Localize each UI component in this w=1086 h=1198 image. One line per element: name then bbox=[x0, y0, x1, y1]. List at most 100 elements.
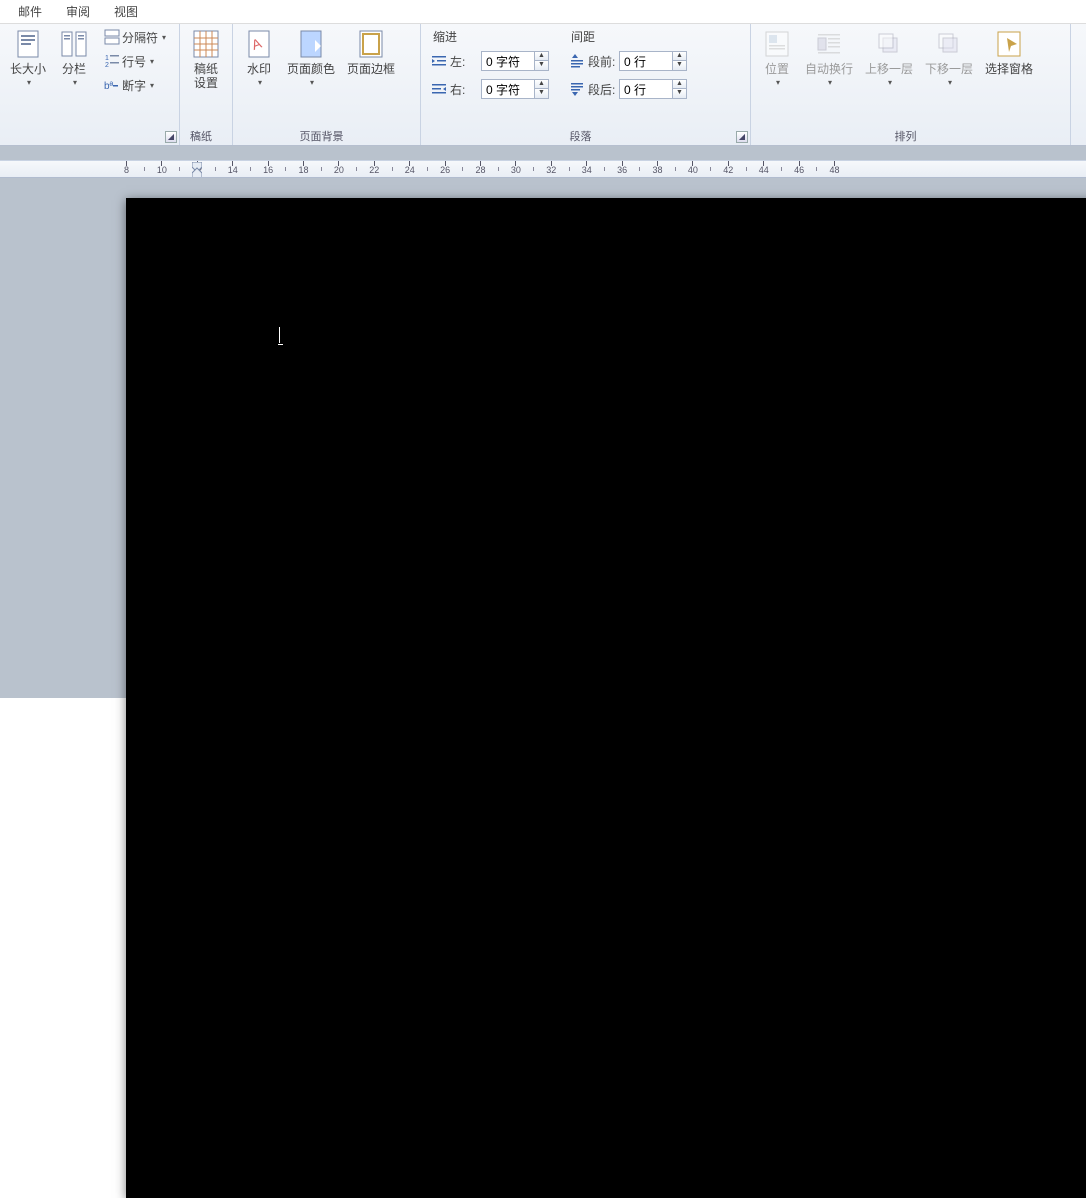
wrap-text-button[interactable]: 自动换行 ▾ bbox=[799, 26, 859, 131]
position-button[interactable]: 位置 ▾ bbox=[755, 26, 799, 131]
paragraph-launcher[interactable]: ◢ bbox=[736, 131, 748, 143]
ruler-tick: 38 bbox=[657, 161, 658, 177]
document-page[interactable] bbox=[126, 198, 1086, 1198]
spin-down[interactable]: ▼ bbox=[534, 89, 548, 98]
chevron-down-icon: ▾ bbox=[948, 76, 952, 90]
ruler-tick-minor bbox=[462, 167, 463, 171]
manuscript-paper-label2: 设置 bbox=[194, 76, 218, 90]
columns-icon bbox=[58, 28, 90, 60]
ruler-tick: 32 bbox=[551, 161, 552, 177]
svg-text:bª: bª bbox=[104, 81, 114, 92]
spin-down[interactable]: ▼ bbox=[672, 89, 686, 98]
ruler-tick: 22 bbox=[374, 161, 375, 177]
menu-review[interactable]: 审阅 bbox=[54, 1, 102, 22]
breaks-button[interactable]: 分隔符▾ bbox=[100, 26, 170, 48]
ruler-tick: 10 bbox=[161, 161, 162, 177]
spacing-after-input[interactable] bbox=[620, 80, 672, 98]
send-backward-label: 下移一层 bbox=[925, 62, 973, 76]
svg-text:1: 1 bbox=[105, 55, 109, 62]
text-caret bbox=[279, 327, 280, 343]
ruler-tick: 16 bbox=[268, 161, 269, 177]
group-page-setup-label bbox=[0, 132, 169, 144]
selection-pane-icon bbox=[993, 28, 1025, 60]
page-setup-launcher[interactable]: ◢ bbox=[165, 131, 177, 143]
ruler-tick-minor bbox=[533, 167, 534, 171]
spin-up[interactable]: ▲ bbox=[672, 80, 686, 89]
indent-left-input[interactable] bbox=[482, 52, 534, 70]
horizontal-ruler[interactable]: 8101214161820222426283032343638404244464… bbox=[0, 160, 1086, 178]
bring-forward-icon bbox=[873, 28, 905, 60]
ruler-tick-minor bbox=[392, 167, 393, 171]
breaks-icon bbox=[104, 29, 120, 45]
line-numbers-icon: 12 bbox=[104, 53, 120, 69]
selection-pane-label: 选择窗格 bbox=[985, 62, 1033, 76]
manuscript-paper-label1: 稿纸 bbox=[194, 62, 218, 76]
spin-down[interactable]: ▼ bbox=[672, 61, 686, 70]
ruler-tick: 8 bbox=[126, 161, 127, 177]
chevron-down-icon: ▾ bbox=[258, 76, 262, 90]
spacing-before-input[interactable] bbox=[620, 52, 672, 70]
spacing-before-spinbox[interactable]: ▲▼ bbox=[619, 51, 687, 71]
wrap-label: 自动换行 bbox=[805, 62, 853, 76]
page-color-button[interactable]: 页面颜色 ▾ bbox=[281, 26, 341, 131]
manuscript-paper-icon bbox=[190, 28, 222, 60]
group-page-background-label: 页面背景 bbox=[233, 128, 410, 144]
hyphenation-button[interactable]: bª 断字▾ bbox=[100, 74, 170, 96]
ruler-tick: 26 bbox=[445, 161, 446, 177]
spacing-after-icon bbox=[569, 81, 585, 97]
indent-left-spinbox[interactable]: ▲▼ bbox=[481, 51, 549, 71]
page-borders-button[interactable]: 页面边框 bbox=[341, 26, 401, 131]
indent-right-input[interactable] bbox=[482, 80, 534, 98]
ruler-tick: 34 bbox=[586, 161, 587, 177]
spacing-column: 间距 段前: ▲▼ 段后: ▲▼ bbox=[569, 26, 687, 102]
ruler-tick-minor bbox=[604, 167, 605, 171]
document-workspace: 8101214161820222426283032343638404244464… bbox=[0, 146, 1086, 698]
ruler-tick: 28 bbox=[480, 161, 481, 177]
ruler-tick-minor bbox=[816, 167, 817, 171]
ruler-tick: 46 bbox=[799, 161, 800, 177]
ruler-tick-minor bbox=[675, 167, 676, 171]
menu-bar: 邮件 审阅 视图 bbox=[0, 0, 1086, 24]
page-color-label: 页面颜色 bbox=[287, 62, 335, 76]
spacing-header: 间距 bbox=[569, 26, 687, 46]
indent-left-label: 左: bbox=[450, 53, 478, 70]
send-backward-button[interactable]: 下移一层 ▾ bbox=[919, 26, 979, 131]
indent-header: 缩进 bbox=[431, 26, 549, 46]
manuscript-paper-button[interactable]: 稿纸 设置 bbox=[184, 26, 228, 131]
watermark-button[interactable]: A 水印 ▾ bbox=[237, 26, 281, 131]
columns-button[interactable]: 分栏 ▾ bbox=[52, 26, 96, 131]
chevron-down-icon: ▾ bbox=[73, 76, 77, 90]
spacing-before-icon bbox=[569, 53, 585, 69]
menu-mail[interactable]: 邮件 bbox=[6, 1, 54, 22]
chevron-down-icon: ▾ bbox=[27, 76, 31, 90]
ruler-tick: 36 bbox=[622, 161, 623, 177]
spin-up[interactable]: ▲ bbox=[534, 52, 548, 61]
chevron-down-icon: ▾ bbox=[888, 76, 892, 90]
ruler-tick: 48 bbox=[834, 161, 835, 177]
group-page-background: A 水印 ▾ 页面颜色 ▾ 页面边框 页面背景 bbox=[233, 24, 421, 145]
group-manuscript-paper: 稿纸 设置 稿纸 bbox=[180, 24, 233, 145]
indent-column: 缩进 左: ▲▼ 右: ▲▼ bbox=[431, 26, 549, 102]
ruler-tick: 14 bbox=[232, 161, 233, 177]
ruler-tick: 44 bbox=[763, 161, 764, 177]
spin-up[interactable]: ▲ bbox=[672, 52, 686, 61]
line-numbers-button[interactable]: 12 行号▾ bbox=[100, 50, 170, 72]
menu-view[interactable]: 视图 bbox=[102, 1, 150, 22]
page-color-icon bbox=[295, 28, 327, 60]
ruler-tick: 30 bbox=[515, 161, 516, 177]
group-paragraph: 缩进 左: ▲▼ 右: ▲▼ bbox=[421, 24, 751, 145]
bring-forward-button[interactable]: 上移一层 ▾ bbox=[859, 26, 919, 131]
spacing-before-label: 段前: bbox=[588, 53, 616, 70]
spin-down[interactable]: ▼ bbox=[534, 61, 548, 70]
bring-forward-label: 上移一层 bbox=[865, 62, 913, 76]
spacing-after-spinbox[interactable]: ▲▼ bbox=[619, 79, 687, 99]
page-size-button[interactable]: 长大小 ▾ bbox=[4, 26, 52, 131]
page-size-icon bbox=[12, 28, 44, 60]
spacing-after-label: 段后: bbox=[588, 81, 616, 98]
selection-pane-button[interactable]: 选择窗格 bbox=[979, 26, 1039, 131]
indent-right-spinbox[interactable]: ▲▼ bbox=[481, 79, 549, 99]
ruler-tick: 12 bbox=[197, 161, 198, 177]
indent-right-icon bbox=[431, 81, 447, 97]
indent-right-label: 右: bbox=[450, 81, 478, 98]
spin-up[interactable]: ▲ bbox=[534, 80, 548, 89]
